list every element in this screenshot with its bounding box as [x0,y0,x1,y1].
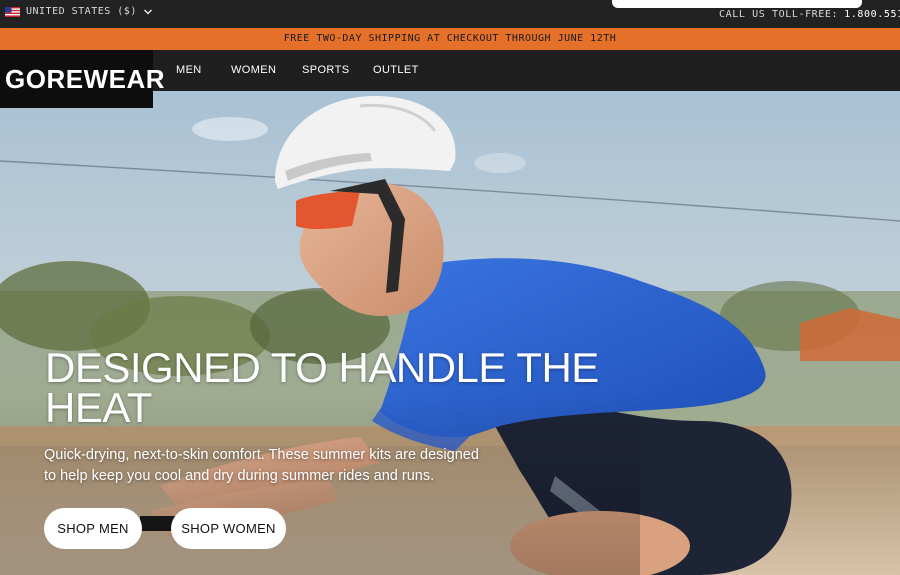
chevron-down-icon [143,8,152,15]
nav-item-outlet[interactable]: OUTLET [373,64,419,76]
search-bar[interactable] [612,0,862,8]
hero-banner [0,91,900,575]
toll-free-label: CALL US TOLL-FREE: [719,9,839,20]
promo-text[interactable]: FREE TWO-DAY SHIPPING AT CHECKOUT THROUG… [284,33,617,44]
logo-text: GOREWEAR [5,64,165,94]
nav-item-men[interactable]: MEN [176,64,202,76]
nav-item-sports[interactable]: SPORTS [302,64,349,76]
promo-banner: FREE TWO-DAY SHIPPING AT CHECKOUT THROUG… [0,28,900,50]
shop-men-button[interactable]: SHOP MEN [44,508,142,549]
brand-logo[interactable]: GOREWEAR [0,50,165,108]
country-selector[interactable]: UNITED STATES ($) [5,6,153,17]
toll-free-number[interactable]: 1.800.551.23 [844,9,900,20]
hero-headline: DESIGNED TO HANDLE THE HEAT [45,344,599,431]
nav-item-women[interactable]: WOMEN [231,64,276,76]
hero-subtext: Quick-drying, next-to-skin comfort. Thes… [44,447,479,484]
us-flag-icon [5,6,20,17]
toll-free-info: CALL US TOLL-FREE: 1.800.551.23 [719,9,900,20]
shop-women-button[interactable]: SHOP WOMEN [171,508,286,549]
hero-cyclist-image [0,91,900,575]
country-label: UNITED STATES ($) [26,6,137,17]
utility-bar: UNITED STATES ($) CALL US TOLL-FREE: 1.80… [0,0,900,28]
